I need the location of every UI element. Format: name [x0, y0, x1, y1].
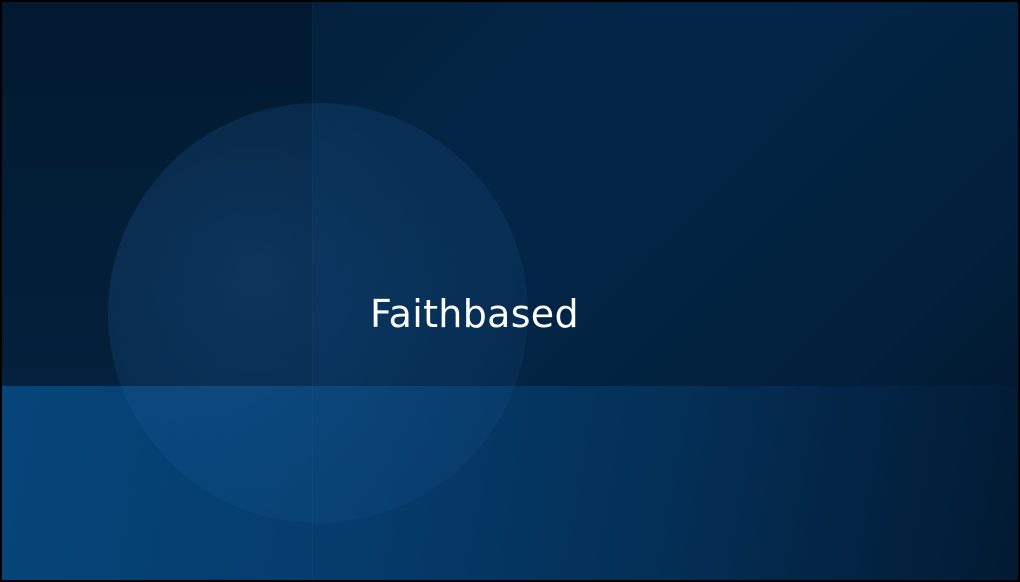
- slide: Faithbased: [0, 0, 1020, 582]
- slide-title: Faithbased: [370, 292, 579, 336]
